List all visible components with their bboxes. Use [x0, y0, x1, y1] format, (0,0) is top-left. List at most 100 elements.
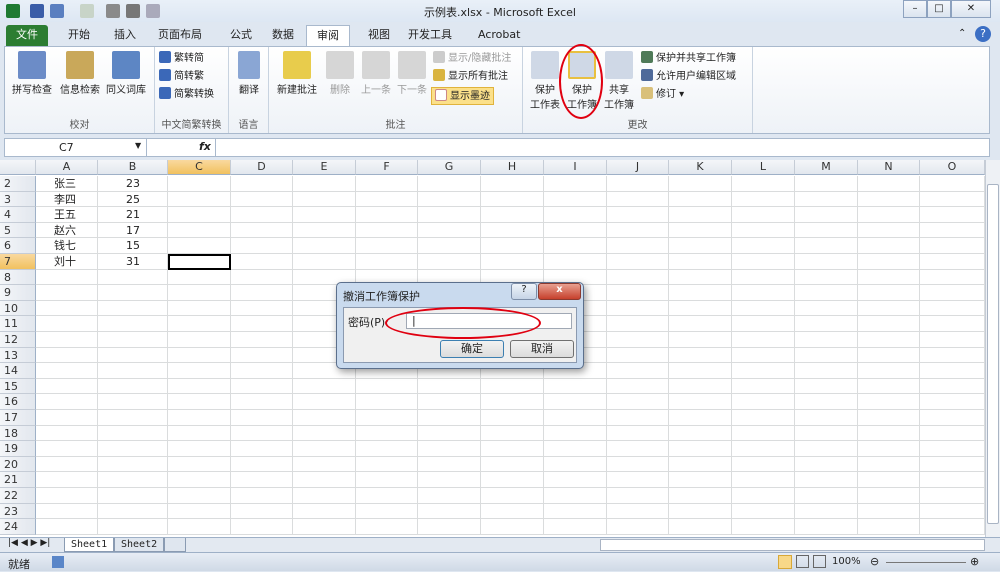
chinese-convert-button[interactable]: 简繁转换: [159, 86, 214, 104]
dialog-close-button[interactable]: x: [538, 283, 581, 300]
cell-M9[interactable]: [795, 285, 858, 301]
horizontal-scrollbar[interactable]: [600, 539, 985, 551]
cell-J19[interactable]: [607, 441, 669, 457]
cell-B8[interactable]: [98, 269, 168, 286]
cell-O14[interactable]: [920, 363, 985, 379]
column-header-D[interactable]: D: [231, 160, 293, 175]
cell-C5[interactable]: [168, 222, 231, 239]
cell-I20[interactable]: [544, 456, 607, 473]
sheet-tab-sheet1[interactable]: Sheet1: [64, 538, 115, 552]
cell-B24[interactable]: [98, 519, 168, 535]
cell-E18[interactable]: [293, 425, 356, 442]
cell-A4[interactable]: 王五: [36, 207, 98, 223]
cell-M4[interactable]: [795, 207, 858, 223]
name-box-dropdown-icon[interactable]: ▼: [135, 141, 141, 150]
cell-G18[interactable]: [418, 425, 481, 442]
cell-F24[interactable]: [356, 519, 418, 535]
cell-L23[interactable]: [732, 503, 795, 520]
cell-F16[interactable]: [356, 394, 418, 410]
cell-N3[interactable]: [858, 191, 920, 208]
cell-D7[interactable]: [231, 254, 293, 270]
cell-K21[interactable]: [669, 472, 732, 488]
cell-O6[interactable]: [920, 238, 985, 254]
row-header-19[interactable]: 19: [0, 441, 36, 457]
column-header-N[interactable]: N: [858, 160, 920, 175]
cell-J17[interactable]: [607, 410, 669, 426]
cell-B16[interactable]: [98, 394, 168, 410]
cell-O16[interactable]: [920, 394, 985, 410]
zoom-level[interactable]: 100%: [832, 556, 861, 567]
cell-K13[interactable]: [669, 347, 732, 364]
cell-M6[interactable]: [795, 238, 858, 254]
cell-K11[interactable]: [669, 316, 732, 332]
cell-J13[interactable]: [607, 347, 669, 364]
cell-K5[interactable]: [669, 222, 732, 239]
cell-O21[interactable]: [920, 472, 985, 488]
cell-C21[interactable]: [168, 472, 231, 488]
cell-B13[interactable]: [98, 347, 168, 364]
column-header-K[interactable]: K: [669, 160, 732, 175]
spell-check-button[interactable]: 拼写检查: [9, 51, 55, 96]
cell-N15[interactable]: [858, 378, 920, 395]
protect-share-workbook-button[interactable]: 保护并共享工作簿: [641, 50, 736, 68]
cell-I7[interactable]: [544, 254, 607, 270]
cell-J5[interactable]: [607, 222, 669, 239]
column-header-L[interactable]: L: [732, 160, 795, 175]
cell-L5[interactable]: [732, 222, 795, 239]
page-break-view-icon[interactable]: [813, 555, 826, 568]
row-header-21[interactable]: 21: [0, 472, 36, 488]
cell-L12[interactable]: [732, 332, 795, 348]
cell-D15[interactable]: [231, 378, 293, 395]
cell-D9[interactable]: [231, 285, 293, 301]
cell-C14[interactable]: [168, 363, 231, 379]
cell-M5[interactable]: [795, 222, 858, 239]
row-header-4[interactable]: 4: [0, 207, 36, 223]
cell-M11[interactable]: [795, 316, 858, 332]
research-button[interactable]: 信息检索: [57, 51, 103, 96]
close-button[interactable]: ✕: [951, 0, 991, 18]
cell-D14[interactable]: [231, 363, 293, 379]
cell-G16[interactable]: [418, 394, 481, 410]
cell-A18[interactable]: [36, 425, 98, 442]
cell-I16[interactable]: [544, 394, 607, 410]
cell-N14[interactable]: [858, 363, 920, 379]
cell-B20[interactable]: [98, 456, 168, 473]
cell-C9[interactable]: [168, 285, 231, 301]
cell-J6[interactable]: [607, 238, 669, 254]
cell-C23[interactable]: [168, 503, 231, 520]
tab-1[interactable]: 开始: [58, 25, 100, 46]
cell-G17[interactable]: [418, 410, 481, 426]
delete-comment-button[interactable]: 删除: [323, 51, 357, 96]
cell-J20[interactable]: [607, 456, 669, 473]
cell-J23[interactable]: [607, 503, 669, 520]
cell-I23[interactable]: [544, 503, 607, 520]
cell-N19[interactable]: [858, 441, 920, 457]
cell-B19[interactable]: [98, 441, 168, 457]
cell-A8[interactable]: [36, 269, 98, 286]
cell-O20[interactable]: [920, 456, 985, 473]
cell-L18[interactable]: [732, 425, 795, 442]
cell-J24[interactable]: [607, 519, 669, 535]
cell-A7[interactable]: 刘十: [36, 254, 98, 270]
cell-C10[interactable]: [168, 300, 231, 317]
cell-E15[interactable]: [293, 378, 356, 395]
cell-N16[interactable]: [858, 394, 920, 410]
normal-view-icon[interactable]: [778, 555, 792, 569]
cell-C4[interactable]: [168, 207, 231, 223]
column-header-G[interactable]: G: [418, 160, 481, 175]
cell-K12[interactable]: [669, 332, 732, 348]
cell-A5[interactable]: 赵六: [36, 222, 98, 239]
cell-L19[interactable]: [732, 441, 795, 457]
cell-D11[interactable]: [231, 316, 293, 332]
cell-A17[interactable]: [36, 410, 98, 426]
cell-K4[interactable]: [669, 207, 732, 223]
cell-F21[interactable]: [356, 472, 418, 488]
cell-M16[interactable]: [795, 394, 858, 410]
cell-O24[interactable]: [920, 519, 985, 535]
cell-D10[interactable]: [231, 300, 293, 317]
cell-H20[interactable]: [481, 456, 544, 473]
row-header-3[interactable]: 3: [0, 191, 36, 208]
cell-J18[interactable]: [607, 425, 669, 442]
cell-N13[interactable]: [858, 347, 920, 364]
cell-M23[interactable]: [795, 503, 858, 520]
